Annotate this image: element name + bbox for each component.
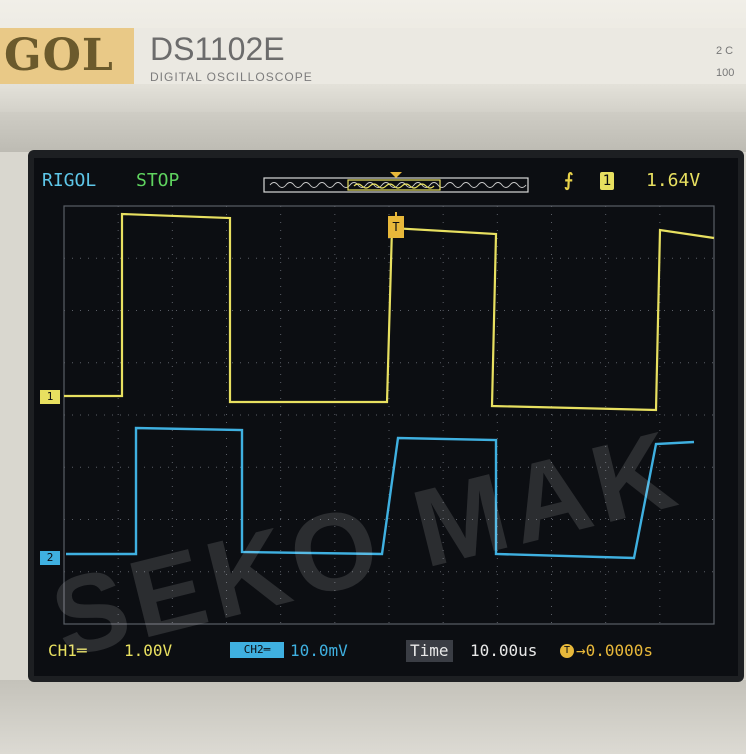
memory-depth-bar — [263, 172, 529, 193]
model-subtitle: DIGITAL OSCILLOSCOPE — [150, 70, 313, 84]
graticule-grid — [63, 205, 715, 625]
instrument-bottom-bezel — [0, 680, 746, 754]
ch2-waveform — [66, 426, 695, 560]
model-plate: DS1102E DIGITAL OSCILLOSCOPE — [134, 28, 746, 84]
trigger-offset-icon: T — [560, 644, 574, 658]
spec-line-1: 2 C — [716, 45, 734, 57]
ch1-label[interactable]: CH1═ — [48, 640, 87, 662]
ch2-scale-value: 10.0mV — [290, 641, 348, 660]
oscilloscope-screen: RIGOL STOP ⨍ 1 1.64V T 1 2 CH1═ 1.00V CH… — [34, 158, 738, 676]
run-status-label[interactable]: STOP — [136, 170, 179, 192]
trigger-level-value: 1.64V — [646, 170, 701, 191]
ch1-waveform — [64, 212, 715, 412]
ch2-label[interactable]: CH2═ — [230, 642, 284, 658]
trigger-offset-value: →0.0000s — [576, 641, 654, 660]
instrument-mid-bezel — [0, 112, 746, 152]
ch1-scale-value: 1.00V — [124, 641, 173, 660]
brand-logo: GOL — [4, 30, 114, 81]
trigger-marker[interactable]: T — [388, 216, 404, 238]
rising-edge-icon: ⨍ — [564, 170, 574, 191]
time-label[interactable]: Time — [406, 640, 453, 662]
ch2-offset-marker[interactable]: 2 — [40, 551, 60, 565]
ch1-offset-marker[interactable]: 1 — [40, 390, 60, 404]
trigger-source-icon: 1 — [600, 172, 614, 190]
time-scale-value: 10.00us — [470, 641, 538, 660]
spec-label: 2 C 100 — [716, 40, 746, 84]
spec-line-2: 100 — [716, 67, 735, 79]
screen-brand-label: RIGOL — [42, 170, 97, 191]
model-name: DS1102E — [150, 31, 285, 67]
waveform-plot — [63, 205, 715, 625]
brand-plate: GOL — [0, 28, 134, 84]
